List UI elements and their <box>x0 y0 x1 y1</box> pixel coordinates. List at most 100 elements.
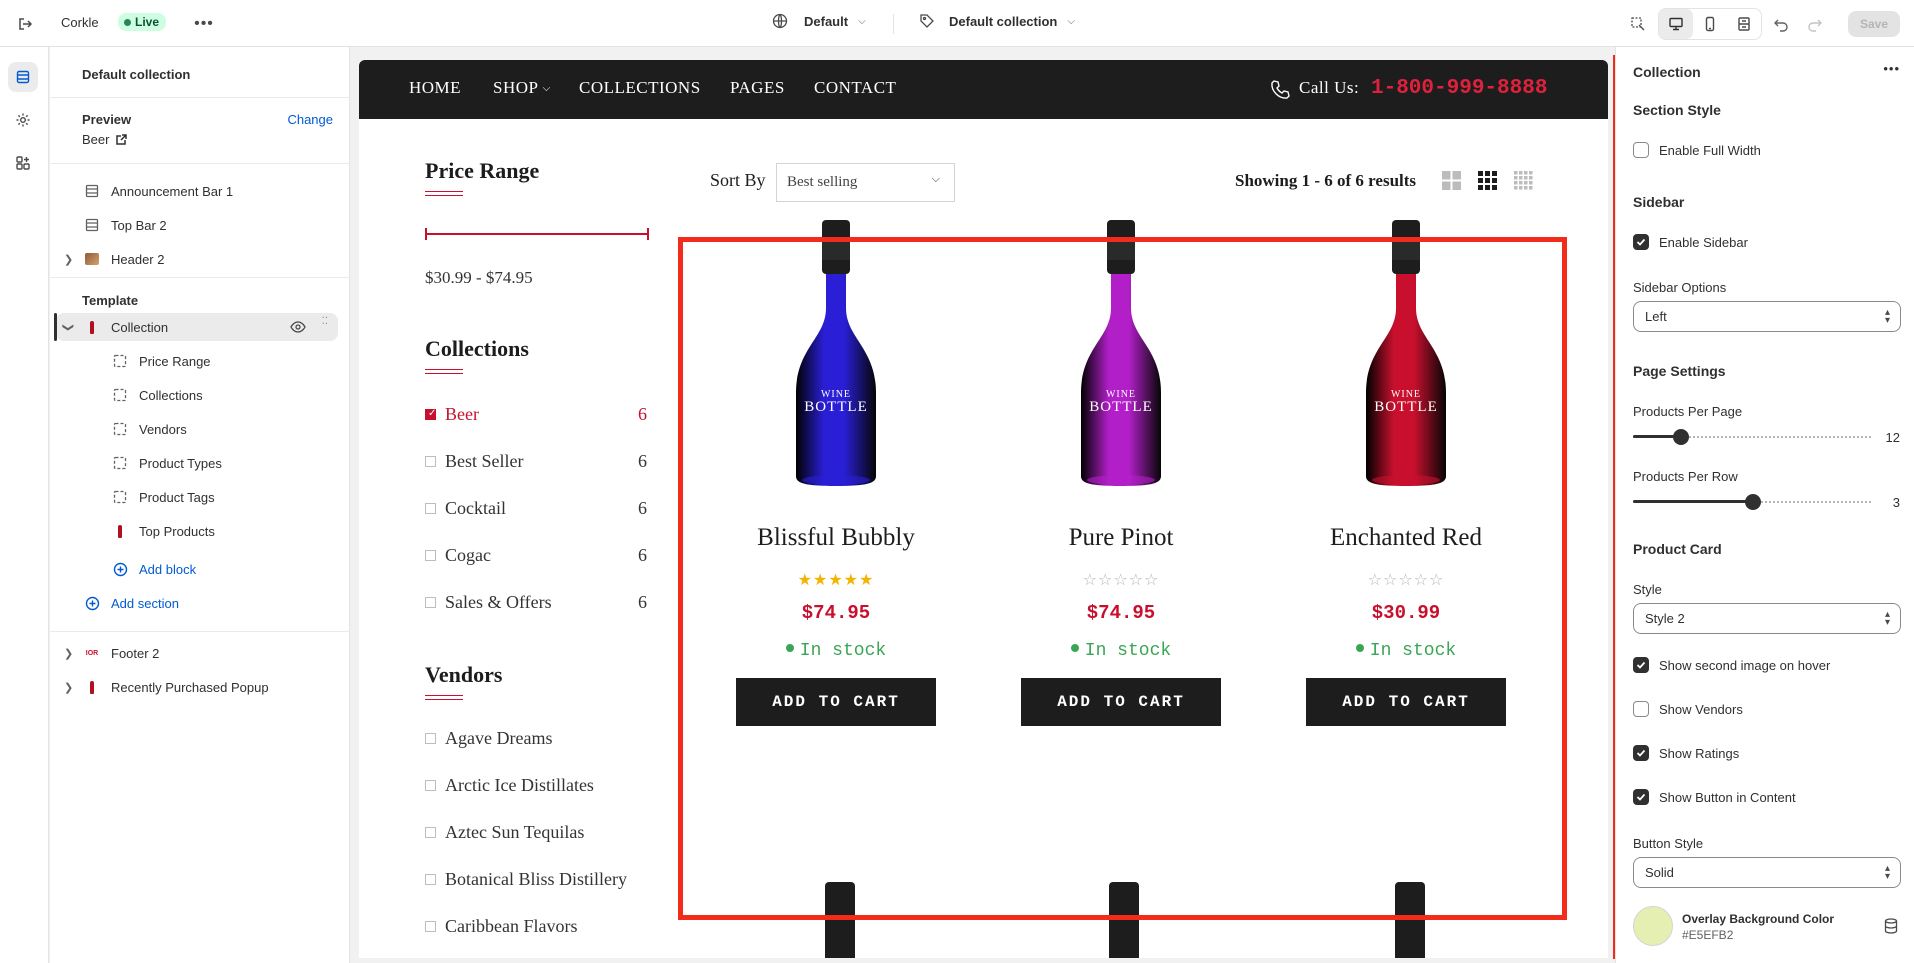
section-item-recently-purchased-popup[interactable]: ❯ Recently Purchased Popup <box>56 673 338 701</box>
grid-2-icon[interactable] <box>1442 171 1461 193</box>
button-style-select[interactable]: Solid ▴ ▾ <box>1633 857 1901 888</box>
section-item-announcement-bar[interactable]: Announcement Bar 1 <box>56 177 338 205</box>
section-item-collection[interactable]: ❯ Collection ⁚⁚ <box>54 313 338 341</box>
nav-collections[interactable]: COLLECTIONS <box>579 78 701 98</box>
enable-sidebar-checkbox[interactable]: Enable Sidebar <box>1633 234 1748 250</box>
product-image-partial[interactable] <box>825 882 855 958</box>
add-to-cart-button[interactable]: ADD TO CART <box>736 678 936 726</box>
eye-icon[interactable] <box>290 320 306 337</box>
block-item[interactable]: Collections <box>56 381 338 409</box>
add-to-cart-button[interactable]: ADD TO CART <box>1306 678 1506 726</box>
checkbox-icon[interactable] <box>425 732 436 744</box>
checkbox-icon[interactable] <box>425 826 436 838</box>
more-actions-icon[interactable]: ••• <box>189 9 219 39</box>
product-name[interactable]: Blissful Bubbly <box>694 524 978 552</box>
block-item[interactable]: Top Products <box>56 517 338 545</box>
card-option-checkbox[interactable]: Show Button in Content <box>1633 789 1796 805</box>
collection-filter-item[interactable]: Sales & Offers 6 <box>425 590 647 614</box>
product-card[interactable]: WINE BOTTLE Enchanted Red ☆☆☆☆☆ $30.99 In sto… <box>1264 218 1548 738</box>
vendor-filter-item[interactable]: Caribbean Flavors <box>425 914 647 938</box>
card-option-checkbox[interactable]: Show Vendors <box>1633 701 1743 717</box>
grid-3-icon[interactable] <box>1478 171 1497 193</box>
exit-icon[interactable] <box>10 9 40 39</box>
product-image-partial[interactable] <box>1395 882 1425 958</box>
product-card[interactable]: WINE BOTTLE Blissful Bubbly ★★★★★ $74.95 In s… <box>694 218 978 738</box>
grid-4-icon[interactable] <box>1514 171 1533 193</box>
nav-shop[interactable]: SHOP ⌵ <box>493 78 551 98</box>
add-section-button[interactable]: Add section <box>56 589 338 617</box>
sort-select[interactable]: Best selling ⌵ <box>776 163 955 202</box>
preview-resource[interactable]: Beer <box>82 132 128 147</box>
product-image-partial[interactable] <box>1109 882 1139 958</box>
block-item[interactable]: Price Range <box>56 347 338 375</box>
change-preview-link[interactable]: Change <box>287 112 333 127</box>
checkbox-icon[interactable] <box>425 502 436 514</box>
checkbox-checked-icon[interactable]: ✓ <box>425 408 436 420</box>
nav-contact[interactable]: CONTACT <box>814 78 896 98</box>
chevron-right-icon[interactable]: ❯ <box>64 647 73 660</box>
collection-filter-item[interactable]: Cocktail 6 <box>425 496 647 520</box>
settings-gear-icon[interactable] <box>8 105 38 135</box>
checkbox-icon[interactable] <box>425 596 436 608</box>
sections-icon[interactable] <box>8 62 38 92</box>
collection-filter-item[interactable]: Cogac 6 <box>425 543 647 567</box>
slider-thumb[interactable] <box>1745 494 1761 510</box>
drag-handle-icon[interactable]: ⁚⁚ <box>322 317 328 327</box>
collection-filter-item[interactable]: ✓ Beer 6 <box>425 402 647 426</box>
vendor-filter-item[interactable]: Arctic Ice Distillates <box>425 773 647 797</box>
block-item[interactable]: Product Types <box>56 449 338 477</box>
more-options-icon[interactable]: ••• <box>1883 61 1900 76</box>
fullscreen-view-icon[interactable] <box>1727 9 1761 39</box>
product-name[interactable]: Enchanted Red <box>1264 524 1548 552</box>
undo-icon[interactable] <box>1766 9 1796 39</box>
sidebar-options-select[interactable]: Left ▴ ▾ <box>1633 301 1901 332</box>
slider-thumb[interactable] <box>1673 429 1689 445</box>
checkbox-icon[interactable] <box>425 779 436 791</box>
card-option-checkbox[interactable]: Show Ratings <box>1633 745 1739 761</box>
enable-full-width-checkbox[interactable]: Enable Full Width <box>1633 142 1761 158</box>
card-style-select[interactable]: Style 2 ▴ ▾ <box>1633 603 1901 634</box>
product-image[interactable]: WINE BOTTLE <box>1071 218 1171 488</box>
theme-selector[interactable]: Default ⌵ <box>772 13 866 29</box>
checkbox-icon[interactable] <box>425 549 436 561</box>
section-item-footer[interactable]: ❯ IOR Footer 2 <box>56 639 338 667</box>
collection-filter-item[interactable]: Best Seller 6 <box>425 449 647 473</box>
checkbox-icon[interactable] <box>425 873 436 885</box>
price-min-handle[interactable] <box>425 228 427 240</box>
nav-home[interactable]: HOME <box>409 78 461 98</box>
product-card[interactable]: WINE BOTTLE Pure Pinot ☆☆☆☆☆ $74.95 In stock A… <box>979 218 1263 738</box>
vendor-filter-item[interactable]: Agave Dreams <box>425 726 647 750</box>
price-max-handle[interactable] <box>647 228 649 240</box>
products-per-row-slider[interactable] <box>1633 494 1873 510</box>
section-item-top-bar[interactable]: Top Bar 2 <box>56 211 338 239</box>
redo-icon[interactable] <box>1800 9 1830 39</box>
chevron-right-icon[interactable]: ❯ <box>64 253 73 266</box>
template-selector[interactable]: Default collection ⌵ <box>919 13 1075 29</box>
card-option-checkbox[interactable]: Show second image on hover <box>1633 657 1830 673</box>
nav-pages[interactable]: PAGES <box>730 78 785 98</box>
checkbox-icon[interactable] <box>425 455 436 467</box>
vendor-filter-item[interactable]: Botanical Bliss Distillery <box>425 867 647 891</box>
block-item[interactable]: Product Tags <box>56 483 338 511</box>
app-blocks-icon[interactable] <box>8 148 38 178</box>
price-range-slider[interactable] <box>425 228 649 240</box>
inspector-icon[interactable] <box>1623 9 1653 39</box>
database-icon[interactable] <box>1884 918 1898 937</box>
chevron-down-icon[interactable]: ❯ <box>62 322 75 331</box>
product-image[interactable]: WINE BOTTLE <box>786 218 886 488</box>
products-per-page-slider[interactable] <box>1633 429 1873 445</box>
product-image[interactable]: WINE BOTTLE <box>1356 218 1456 488</box>
chevron-right-icon[interactable]: ❯ <box>64 681 73 694</box>
section-item-header[interactable]: ❯ Header 2 <box>56 245 338 273</box>
mobile-view-icon[interactable] <box>1693 9 1727 39</box>
desktop-view-icon[interactable] <box>1659 9 1693 39</box>
overlay-color-swatch[interactable] <box>1633 906 1673 946</box>
block-item[interactable]: Vendors <box>56 415 338 443</box>
vendor-filter-item[interactable]: Aztec Sun Tequilas <box>425 820 647 844</box>
add-to-cart-button[interactable]: ADD TO CART <box>1021 678 1221 726</box>
checkbox-icon[interactable] <box>425 920 436 932</box>
add-block-button[interactable]: Add block <box>56 555 338 583</box>
product-name[interactable]: Pure Pinot <box>979 524 1263 552</box>
phone-number[interactable]: 1-800-999-8888 <box>1371 77 1547 100</box>
save-button[interactable]: Save <box>1848 11 1900 37</box>
